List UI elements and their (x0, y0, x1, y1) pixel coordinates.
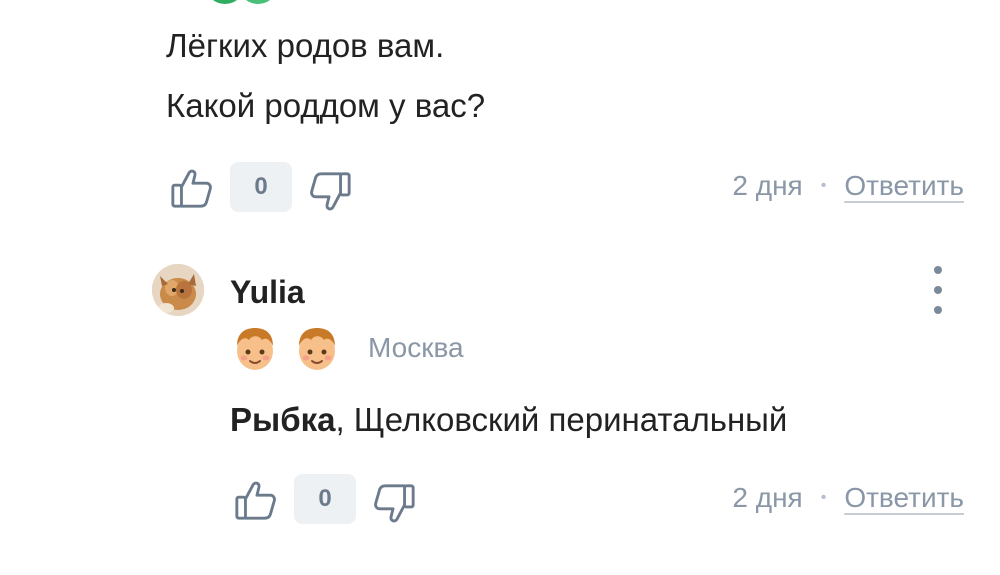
username[interactable]: Yulia (230, 274, 305, 311)
like-count: 0 (230, 162, 292, 212)
boy-face-icon[interactable] (232, 324, 278, 372)
meta-separator: • (820, 177, 827, 194)
thumbs-down-icon (374, 484, 415, 523)
like-button[interactable] (230, 474, 282, 526)
reply-link[interactable]: Ответить (844, 170, 964, 202)
thumbs-up-icon (235, 481, 276, 520)
user-city: Москва (368, 332, 464, 363)
comment-meta: 2 дня • Ответить (732, 170, 964, 202)
partial-avatar (238, 0, 278, 4)
boy-face-icon[interactable] (294, 324, 340, 372)
comment-body: , Щелковский перинатальный (335, 401, 788, 438)
dislike-button[interactable] (304, 166, 356, 218)
thumbs-down-icon (310, 172, 351, 211)
reply-link[interactable]: Ответить (844, 482, 964, 514)
thumbs-up-icon (171, 169, 212, 208)
meta-separator: • (820, 489, 827, 506)
cat-photo (152, 264, 204, 316)
like-button[interactable] (166, 162, 218, 214)
mention-link[interactable]: Рыбка (230, 401, 335, 438)
comment-time: 2 дня (732, 482, 803, 513)
like-count: 0 (294, 474, 356, 524)
comment-time: 2 дня (732, 170, 803, 201)
partial-avatar (205, 0, 245, 4)
comment-text-line: Какой роддом у вас? (166, 87, 486, 124)
dislike-button[interactable] (368, 478, 420, 530)
comment-meta: 2 дня • Ответить (732, 482, 964, 514)
comments-page: Лёгких родов вам. Какой роддом у вас? 0 … (0, 0, 1000, 575)
kebab-menu-icon[interactable] (926, 266, 950, 314)
avatar[interactable] (152, 264, 204, 316)
comment-text: Рыбка, Щелковский перинатальный (230, 398, 787, 442)
comment-actions: 0 2 дня • Ответить (230, 474, 964, 526)
comment-actions: 0 2 дня • Ответить (166, 162, 964, 214)
comment-text-line: Лёгких родов вам. (166, 27, 445, 64)
